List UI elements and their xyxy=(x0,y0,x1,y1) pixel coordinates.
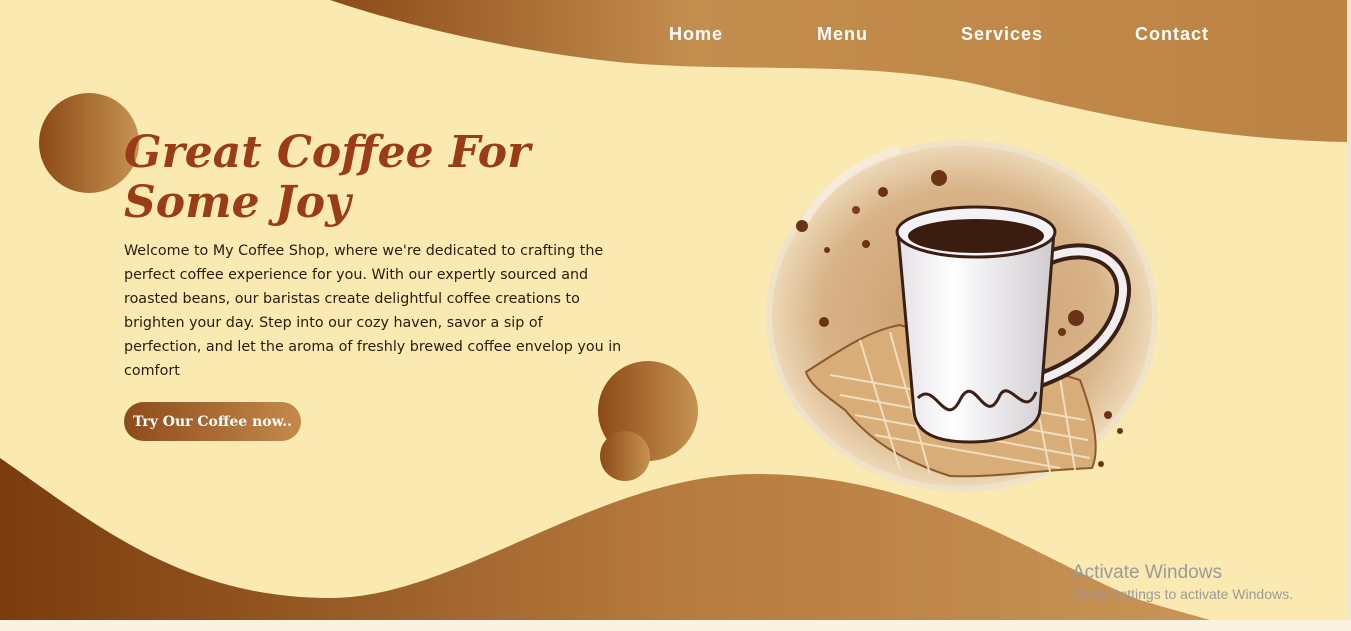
watermark-title: Activate Windows xyxy=(1072,562,1222,583)
nav-services-link[interactable]: Services xyxy=(961,24,1043,45)
page-bottom-strip xyxy=(0,620,1351,631)
hero-title: Great Coffee For Some Joy xyxy=(124,127,531,228)
nav-contact-link[interactable]: Contact xyxy=(1135,24,1209,45)
nav-home-link[interactable]: Home xyxy=(669,24,723,45)
windows-activation-watermark: Activate Windows Go to Settings to activ… xyxy=(1072,562,1293,602)
main-nav: Home Menu Services Contact xyxy=(640,24,1260,54)
try-coffee-button[interactable]: Try Our Coffee now.. xyxy=(124,402,301,441)
watermark-subtitle: Go to Settings to activate Windows. xyxy=(1072,586,1293,602)
bottom-wave xyxy=(0,458,1210,620)
decor-circle-small xyxy=(600,431,650,481)
nav-menu-link[interactable]: Menu xyxy=(817,24,868,45)
page: Home Menu Services Contact Great Coffee … xyxy=(0,0,1351,631)
top-wave xyxy=(330,0,1351,142)
hero-description: Welcome to My Coffee Shop, where we're d… xyxy=(124,243,622,379)
scrollbar-track xyxy=(1347,0,1351,631)
coffee-mug-illustration xyxy=(766,140,1158,492)
